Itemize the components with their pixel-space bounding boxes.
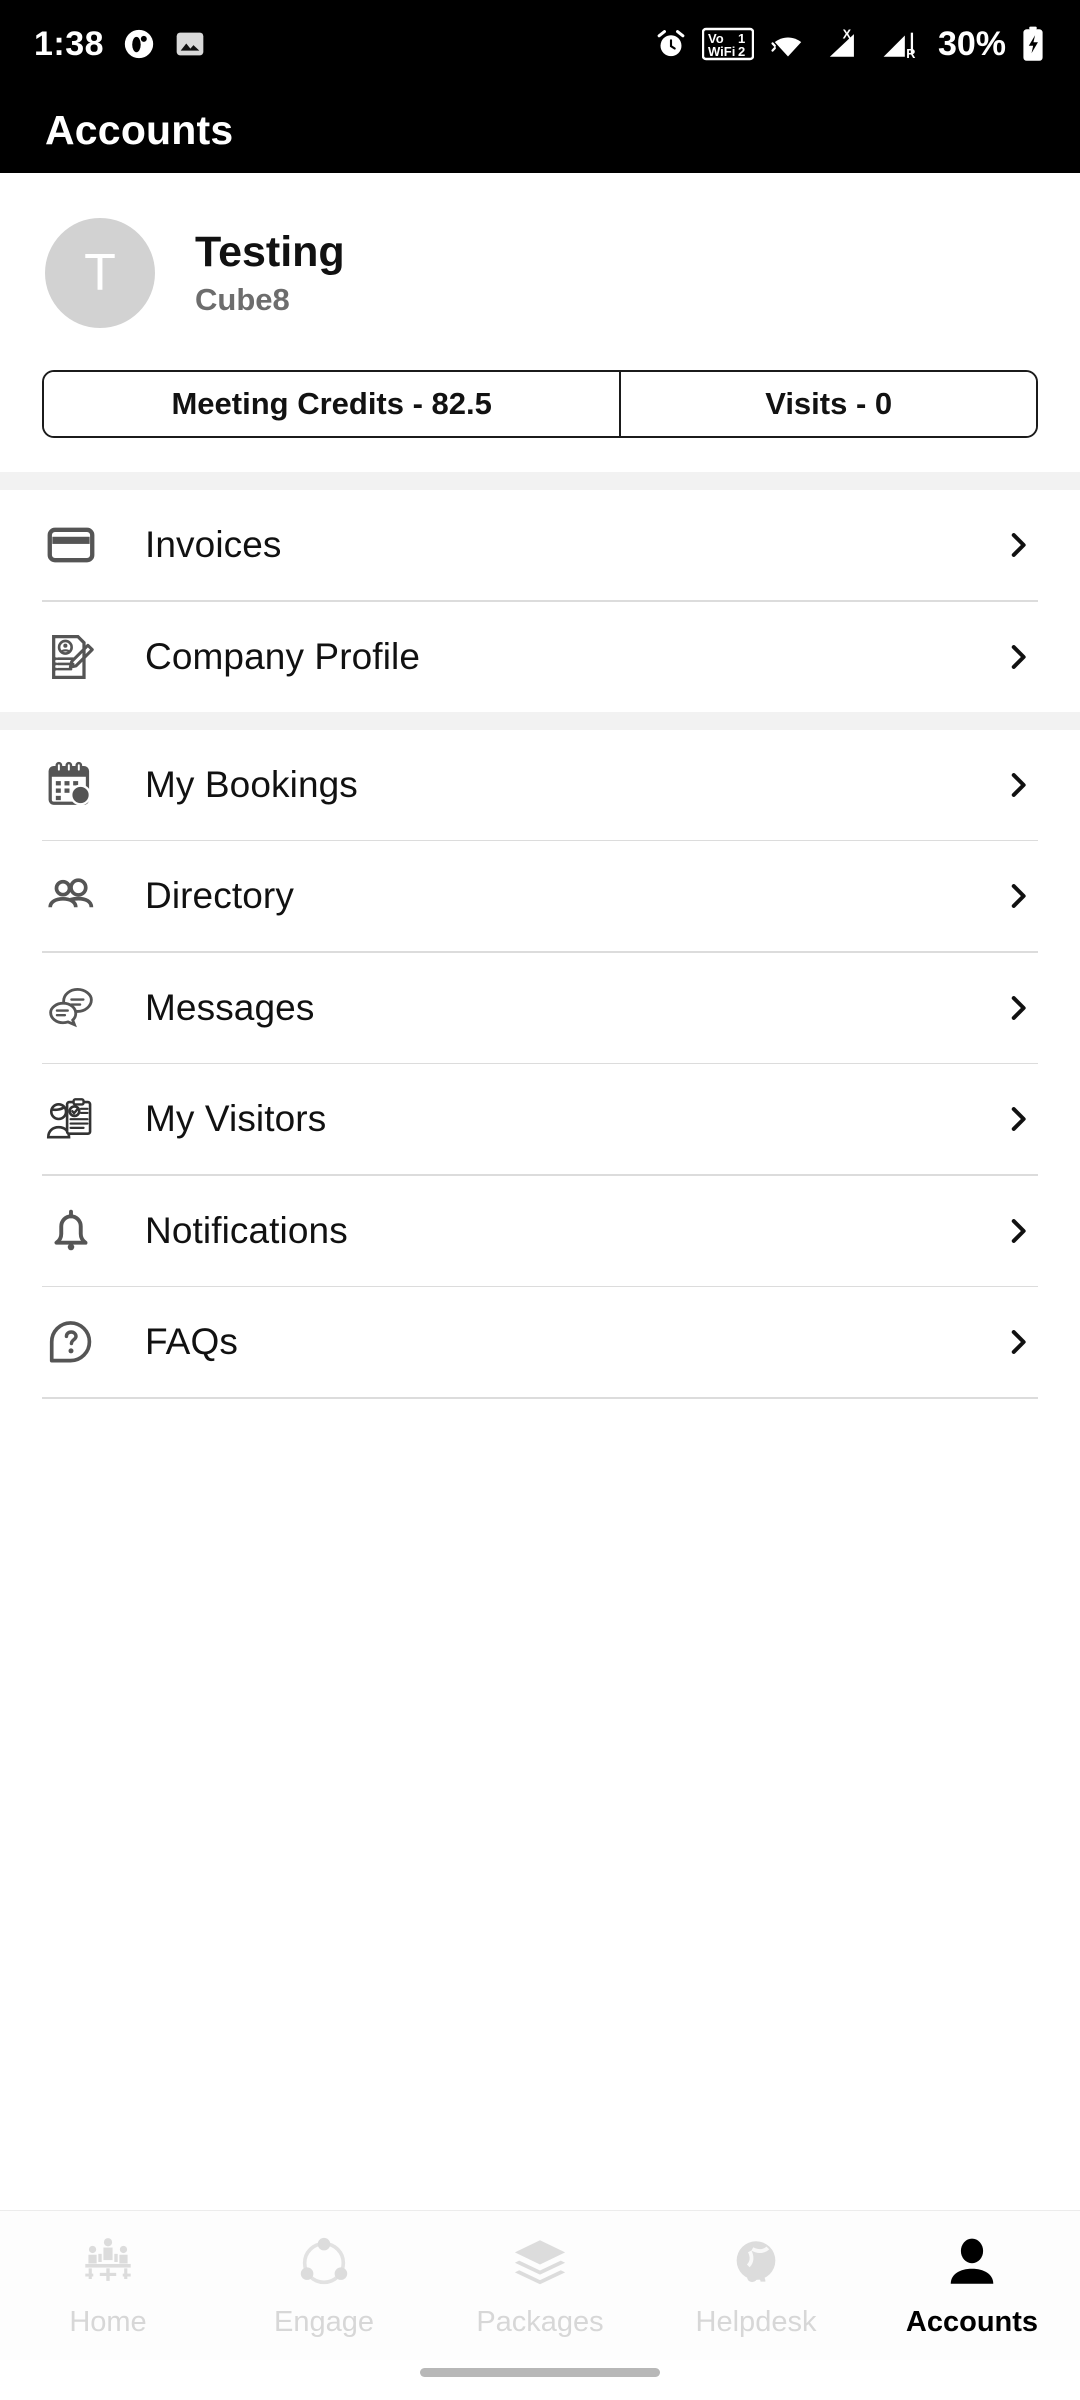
menu-item-label: My Bookings — [145, 763, 358, 805]
chat-bubbles-icon — [45, 982, 107, 1034]
meeting-people-icon — [79, 2232, 137, 2294]
group-separator — [0, 711, 1080, 730]
nav-item-accounts[interactable]: Accounts — [864, 2232, 1080, 2339]
menu-item-label: Directory — [145, 875, 294, 916]
svg-text:R: R — [906, 46, 915, 61]
chevron-right-icon — [1011, 1330, 1026, 1354]
calendar-icon — [45, 759, 107, 811]
nav-item-helpdesk[interactable]: Helpdesk — [648, 2232, 864, 2339]
svg-text:2: 2 — [738, 44, 745, 59]
vowifi-icon: Vo WiFi 1 2 — [701, 27, 754, 61]
segment-meeting-credits[interactable]: Meeting Credits - 82.5 — [44, 372, 620, 436]
menu-item-label: FAQs — [145, 1321, 238, 1362]
chevron-right-icon — [1011, 1107, 1026, 1131]
chevron-right-icon — [1011, 995, 1026, 1020]
chevron-right-icon — [1011, 884, 1026, 908]
svg-text:WiFi: WiFi — [708, 44, 735, 59]
menu-item-label: Invoices — [145, 524, 282, 565]
menu-item-label: Notifications — [145, 1209, 348, 1251]
visitor-clipboard-icon — [45, 1093, 107, 1145]
document-pencil-icon — [45, 631, 107, 683]
person-icon — [943, 2232, 1001, 2294]
app-circle-icon — [122, 27, 156, 61]
status-bar-right: Vo WiFi 1 2 X R 30% — [654, 26, 1046, 62]
content-spacer — [0, 1398, 1080, 2210]
menu-item-invoices[interactable]: Invoices — [0, 490, 1080, 600]
menu-item-label: My Visitors — [145, 1098, 327, 1139]
battery-percent-label: 30% — [937, 25, 1006, 63]
app-screen: 1:38 Vo WiFi 1 2 X R 30% Accounts T Test… — [0, 0, 1080, 2400]
segmented-control-wrapper: Meeting Credits - 82.5 Visits - 0 — [0, 328, 1080, 472]
nav-item-packages[interactable]: Packages — [432, 2232, 648, 2339]
profile-section[interactable]: T Testing Cube8 — [0, 173, 1080, 328]
group-separator — [0, 472, 1080, 490]
profile-company: Cube8 — [195, 281, 290, 317]
menu-item-my-bookings[interactable]: My Bookings — [0, 729, 1080, 840]
app-header: Accounts — [0, 88, 1080, 173]
people-group-icon — [45, 870, 107, 922]
credit-card-icon — [45, 519, 107, 571]
nav-label: Packages — [476, 2306, 604, 2338]
gesture-bar-area — [0, 2360, 1080, 2400]
nav-item-engage[interactable]: Engage — [216, 2232, 432, 2339]
signal-x-icon: X — [822, 27, 866, 61]
layers-stack-icon — [511, 2232, 569, 2294]
status-bar: 1:38 Vo WiFi 1 2 X R 30% — [0, 0, 1080, 88]
bell-icon — [45, 1205, 107, 1257]
signal-r-icon: R — [880, 27, 924, 61]
battery-charging-icon — [1020, 26, 1046, 62]
network-nodes-icon — [295, 2232, 353, 2294]
alarm-clock-icon — [654, 27, 688, 61]
profile-name: Testing — [195, 228, 345, 277]
status-bar-left: 1:38 — [34, 27, 206, 61]
menu-group-features: My Bookings Directory Messages My Visito… — [0, 729, 1080, 1399]
chevron-right-icon — [1011, 772, 1026, 797]
menu-item-label: Messages — [145, 986, 315, 1028]
segment-visits[interactable]: Visits - 0 — [619, 372, 1036, 436]
menu-item-company-profile[interactable]: Company Profile — [0, 601, 1080, 712]
menu-item-directory[interactable]: Directory — [0, 841, 1080, 951]
nav-label: Home — [69, 2306, 147, 2338]
status-time: 1:38 — [34, 25, 105, 63]
gallery-image-icon — [174, 28, 206, 60]
headset-support-icon — [727, 2232, 785, 2294]
menu-item-notifications[interactable]: Notifications — [0, 1175, 1080, 1286]
menu-item-faqs[interactable]: FAQs — [0, 1287, 1080, 1397]
chevron-right-icon — [1011, 1218, 1026, 1243]
menu-group-account: Invoices Company Profile — [0, 490, 1080, 712]
wifi-icon — [768, 27, 808, 61]
gesture-bar[interactable] — [420, 2368, 660, 2377]
svg-text:X: X — [843, 27, 852, 41]
nav-item-home[interactable]: Home — [0, 2232, 216, 2339]
menu-item-messages[interactable]: Messages — [0, 952, 1080, 1063]
page-title: Accounts — [45, 107, 234, 153]
segmented-control: Meeting Credits - 82.5 Visits - 0 — [42, 370, 1038, 438]
nav-label: Helpdesk — [695, 2306, 817, 2338]
profile-text: Testing Cube8 — [195, 228, 345, 317]
avatar: T — [45, 218, 155, 328]
nav-label: Accounts — [905, 2306, 1039, 2338]
chevron-right-icon — [1011, 533, 1026, 557]
bottom-navigation: Home Engage Packages Helpdesk Accounts — [0, 2210, 1080, 2360]
nav-label: Engage — [274, 2306, 374, 2338]
question-bubble-icon — [45, 1316, 107, 1368]
chevron-right-icon — [1011, 644, 1026, 669]
menu-item-my-visitors[interactable]: My Visitors — [0, 1064, 1080, 1174]
menu-item-label: Company Profile — [145, 635, 421, 677]
